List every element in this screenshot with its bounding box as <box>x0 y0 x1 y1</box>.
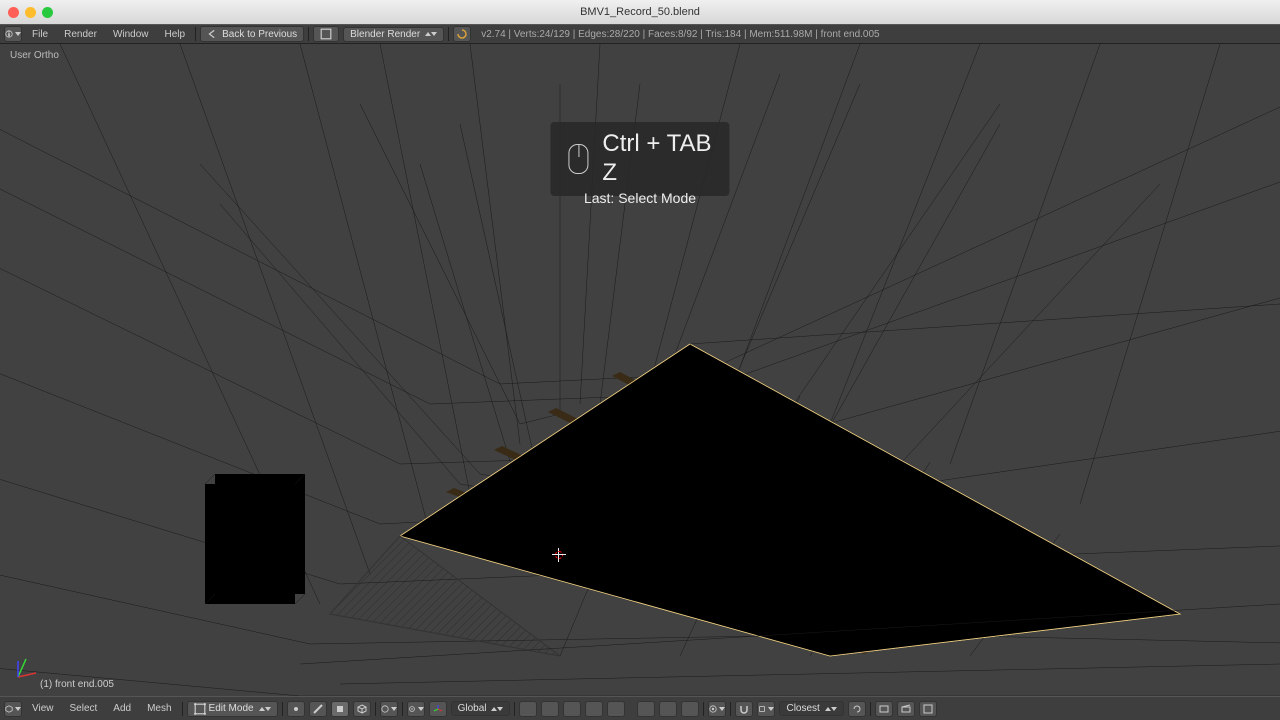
snap-toggle[interactable] <box>735 701 753 717</box>
menu-mesh[interactable]: Mesh <box>141 703 177 714</box>
snap-target-label: Closest <box>786 703 819 714</box>
overlay-key-line2: Z <box>602 159 711 188</box>
render-engine-label: Blender Render <box>350 29 420 40</box>
snap-element-dropdown[interactable] <box>757 701 775 717</box>
layer-6[interactable] <box>637 701 655 717</box>
editor-type-dropdown-bottom[interactable] <box>4 701 22 717</box>
mode-dropdown[interactable]: Edit Mode <box>187 701 278 717</box>
separator <box>195 27 196 41</box>
cube-icon <box>357 704 367 714</box>
selected-faces <box>400 344 1180 656</box>
keypress-overlay: Ctrl + TAB Z <box>550 122 729 196</box>
menu-help[interactable]: Help <box>159 29 192 40</box>
separator <box>282 702 283 716</box>
layer-7[interactable] <box>659 701 677 717</box>
window-titlebar: BMV1_Record_50.blend <box>0 0 1280 24</box>
render-image-icon <box>879 704 889 714</box>
3d-viewport[interactable]: User Ortho (1) front end.005 Ctrl + TAB … <box>0 44 1280 696</box>
proportional-editing-dropdown[interactable] <box>708 701 726 717</box>
info-header: File Render Window Help Back to Previous… <box>0 24 1280 44</box>
back-arrow-icon <box>207 28 219 40</box>
layer-2[interactable] <box>541 701 559 717</box>
3dview-header: View Select Add Mesh Edit Mode Global Cl… <box>0 696 1280 720</box>
transform-orientation-dropdown[interactable]: Global <box>451 701 511 716</box>
last-operator-label: Last: Select Mode <box>584 190 696 206</box>
3dview-icon <box>5 704 13 714</box>
menu-file[interactable]: File <box>26 29 54 40</box>
separator <box>730 702 731 716</box>
scene-icon <box>320 28 332 40</box>
separator <box>703 702 704 716</box>
vertex-select-mode[interactable] <box>287 701 305 717</box>
separator <box>514 702 515 716</box>
magnet-icon <box>739 704 749 714</box>
snap-element-icon <box>758 704 766 714</box>
3d-cursor <box>552 548 566 562</box>
limit-selection-toggle[interactable] <box>353 701 371 717</box>
menu-select[interactable]: Select <box>64 703 104 714</box>
snap-rotation-icon <box>852 704 862 714</box>
menu-view[interactable]: View <box>26 703 60 714</box>
axis-icon <box>433 704 443 714</box>
render-engine-dropdown[interactable]: Blender Render <box>343 27 444 42</box>
mouse-icon <box>568 144 588 174</box>
menu-add[interactable]: Add <box>107 703 137 714</box>
menu-window[interactable]: Window <box>107 29 155 40</box>
opengl-render-image[interactable] <box>875 701 893 717</box>
maximize-icon <box>923 704 933 714</box>
back-to-previous-label: Back to Previous <box>222 29 297 40</box>
proportional-icon <box>709 704 717 714</box>
separator <box>448 27 449 41</box>
face-icon <box>335 704 345 714</box>
separator <box>402 702 403 716</box>
scene-dropdown[interactable] <box>313 26 339 42</box>
separator <box>870 702 871 716</box>
snap-target-dropdown[interactable]: Closest <box>779 701 843 716</box>
mode-label: Edit Mode <box>209 703 254 714</box>
layer-5[interactable] <box>607 701 625 717</box>
manipulator-toggle[interactable] <box>429 701 447 717</box>
separator <box>375 702 376 716</box>
axis-gizmo <box>14 655 40 686</box>
layer-4[interactable] <box>585 701 603 717</box>
menu-render[interactable]: Render <box>58 29 103 40</box>
sphere-icon <box>381 704 389 714</box>
snap-align-rotation[interactable] <box>848 701 866 717</box>
overlay-key-line1: Ctrl + TAB <box>602 130 711 159</box>
render-progress-icon[interactable] <box>453 26 471 42</box>
vertex-icon <box>291 704 301 714</box>
pivot-point-dropdown[interactable] <box>407 701 425 717</box>
edit-mode-icon <box>194 703 206 715</box>
edge-select-mode[interactable] <box>309 701 327 717</box>
refresh-icon <box>457 29 467 39</box>
face-select-mode[interactable] <box>331 701 349 717</box>
window-title: BMV1_Record_50.blend <box>580 6 700 18</box>
toggle-maximize-area[interactable] <box>919 701 937 717</box>
orientation-label: Global <box>458 703 487 714</box>
layer-8[interactable] <box>681 701 699 717</box>
opengl-render-anim[interactable] <box>897 701 915 717</box>
info-icon <box>5 29 13 39</box>
layer-1[interactable] <box>519 701 537 717</box>
clapper-icon <box>901 704 911 714</box>
edge-icon <box>313 704 323 714</box>
scene-statistics: v2.74 | Verts:24/129 | Edges:28/220 | Fa… <box>481 29 879 40</box>
separator <box>182 702 183 716</box>
active-object-label: (1) front end.005 <box>40 679 114 690</box>
layer-3[interactable] <box>563 701 581 717</box>
viewport-shading-dropdown[interactable] <box>380 701 398 717</box>
editor-type-dropdown[interactable] <box>4 26 22 42</box>
close-window-button[interactable] <box>8 7 19 18</box>
viewport-projection-label: User Ortho <box>10 50 59 61</box>
pivot-icon <box>408 704 416 714</box>
traffic-lights <box>0 7 53 18</box>
minimize-window-button[interactable] <box>25 7 36 18</box>
separator <box>308 27 309 41</box>
zoom-window-button[interactable] <box>42 7 53 18</box>
back-to-previous-button[interactable]: Back to Previous <box>200 26 304 42</box>
